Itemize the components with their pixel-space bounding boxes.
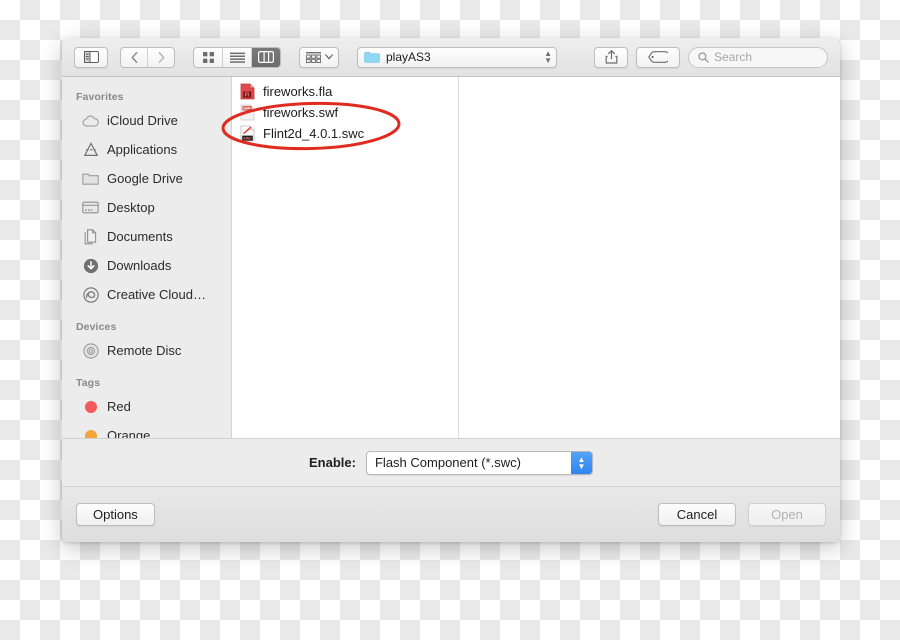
share-icon [605,50,617,64]
list-item[interactable]: SWF fireworks.swf [232,102,458,123]
sidebar-item-icloud-drive[interactable]: iCloud Drive [62,106,231,135]
folder-icon [364,52,380,63]
path-popup-button[interactable]: playAS3 ▲ ▼ [357,46,557,68]
sidebar-item-label: Desktop [107,200,155,215]
svg-text:SWF: SWF [243,107,251,111]
sidebar-item-google-drive[interactable]: Google Drive [62,164,231,193]
sidebar-toggle-button[interactable] [74,46,108,68]
file-list-column[interactable]: Fl fireworks.fla SWF fireworks.swf SWC F… [232,77,459,438]
svg-text:Fl: Fl [245,92,250,98]
sidebar-item-creative-cloud[interactable]: Creative Cloud… [62,280,231,309]
list-item-label: Flint2d_4.0.1.swc [263,126,365,141]
sidebar: Favorites iCloud Drive Applications Goog… [62,77,232,438]
back-button[interactable] [121,47,148,67]
sidebar-header-tags: Tags [76,377,101,389]
tag-dot-icon [82,427,99,438]
chevron-down-icon [324,54,333,60]
enable-row: Enable: Flash Component (*.swc) ▲ ▼ [62,438,840,486]
fla-file-icon: Fl [240,83,255,100]
open-button: Open [748,503,826,526]
swf-file-icon: SWF [240,104,255,121]
path-popup-label: playAS3 [386,50,431,64]
sidebar-item-label: Downloads [107,258,172,273]
sidebar-item-remote-disc[interactable]: Remote Disc [62,336,231,365]
list-item[interactable]: Fl fireworks.fla [232,81,458,102]
tag-dot-icon [82,398,99,415]
share-button[interactable] [594,46,628,68]
sidebar-item-label: Orange [107,428,151,438]
arrange-grid-icon [305,51,321,63]
path-popup-chevrons: ▲ ▼ [544,49,552,65]
search-placeholder: Search [714,50,753,64]
applications-icon [82,141,99,158]
sidebar-item-label: Red [107,399,131,414]
chevron-right-icon [158,51,164,63]
sidebar-item-label: Remote Disc [107,343,182,358]
toolbar: playAS3 ▲ ▼ Search [62,38,840,77]
file-open-dialog: playAS3 ▲ ▼ Search Favorites iCloud Driv… [62,38,840,542]
swc-file-icon: SWC [240,125,255,142]
dialog-body: Favorites iCloud Drive Applications Goog… [62,77,840,438]
sidebar-item-label: Google Drive [107,171,183,186]
column-browser: Fl fireworks.fla SWF fireworks.swf SWC F… [232,77,840,438]
cancel-button[interactable]: Cancel [658,503,736,526]
svg-text:SWC: SWC [243,137,252,141]
enable-filetype-value: Flash Component (*.swc) [374,455,521,470]
column-view-button[interactable] [252,47,280,67]
sidebar-icon [83,51,99,63]
desktop-icon [82,199,99,216]
sidebar-item-label: Creative Cloud… [107,287,206,302]
list-item-label: fireworks.swf [263,105,339,120]
enable-filetype-select[interactable]: Flash Component (*.swc) ▲ ▼ [365,450,593,475]
icon-view-button[interactable] [194,47,223,67]
list-icon [229,52,245,63]
tag-button[interactable] [636,46,680,68]
options-button[interactable]: Options [76,503,155,526]
tag-icon [648,51,668,63]
sidebar-item-tag-red[interactable]: Red [62,392,231,421]
stepper-chevrons-icon[interactable]: ▲ ▼ [570,451,592,474]
forward-button[interactable] [148,48,174,67]
sidebar-item-applications[interactable]: Applications [62,135,231,164]
button-bar: Options Cancel Open [62,486,840,542]
view-mode-group[interactable] [193,46,281,68]
creative-cloud-icon [82,286,99,303]
disc-icon [82,342,99,359]
chevron-left-icon [131,51,137,63]
columns-icon [258,51,274,63]
sidebar-header-devices: Devices [76,321,117,333]
arrange-by-button[interactable] [299,46,339,68]
sidebar-item-label: Applications [107,142,178,157]
enable-label: Enable: [309,455,356,470]
list-item[interactable]: SWC Flint2d_4.0.1.swc [232,123,458,144]
preview-column [459,77,840,438]
navigation-buttons[interactable] [120,46,175,68]
sidebar-item-desktop[interactable]: Desktop [62,193,231,222]
sidebar-header-favorites: Favorites [76,91,124,103]
downloads-icon [82,257,99,274]
sidebar-item-tag-orange[interactable]: Orange [62,421,231,438]
list-item-label: fireworks.fla [263,84,333,99]
list-view-button[interactable] [223,47,252,67]
sidebar-item-label: iCloud Drive [107,113,178,128]
sidebar-item-label: Documents [107,229,173,244]
icloud-icon [82,112,99,129]
search-input[interactable]: Search [688,46,828,68]
search-icon [698,51,709,63]
documents-icon [82,228,99,245]
folder-icon [82,170,99,187]
sidebar-item-documents[interactable]: Documents [62,222,231,251]
sidebar-item-downloads[interactable]: Downloads [62,251,231,280]
grid-icon [202,51,214,63]
